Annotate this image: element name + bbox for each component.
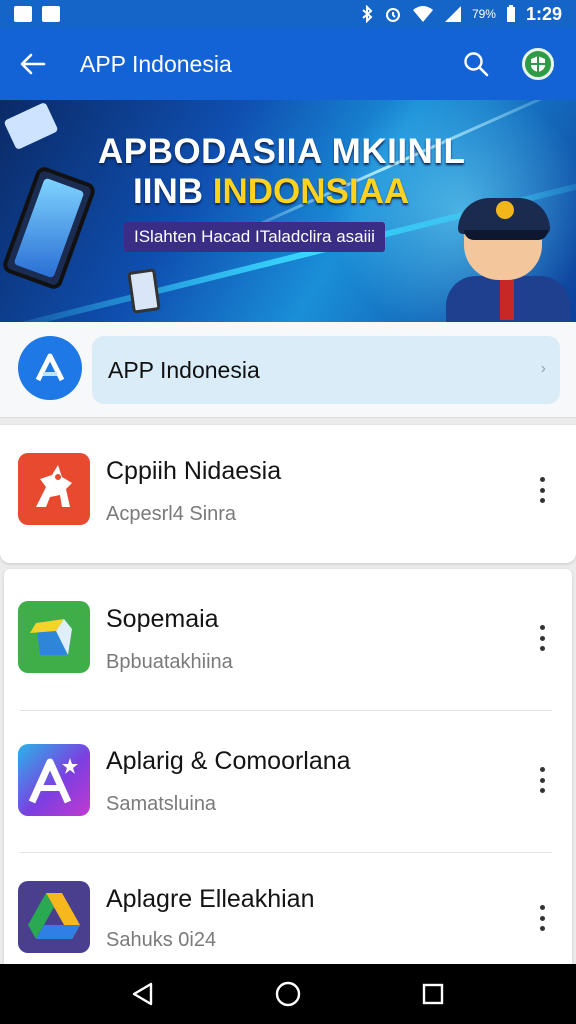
featured-app-label: APP Indonesia: [108, 356, 260, 383]
app-subtitle: Sahuks 0i24: [106, 929, 217, 951]
more-options-button[interactable]: [532, 621, 552, 655]
app-title: Aplarig & Comoorlana: [106, 747, 351, 775]
notification-icon: [14, 6, 32, 22]
banner-headline-second: IINB INDONSIAA: [133, 172, 410, 211]
battery-icon: [506, 5, 515, 22]
account-avatar-icon[interactable]: [522, 48, 554, 80]
chevron-right-icon: ›: [540, 360, 546, 377]
drive-triangle-app-icon: [18, 881, 90, 953]
list-item[interactable]: Aplagre Elleakhian Sahuks 0i24: [4, 853, 572, 969]
arrow-left-icon: [20, 53, 46, 75]
back-button[interactable]: [0, 28, 66, 100]
sim-icon: [42, 6, 60, 22]
more-options-button[interactable]: [532, 473, 552, 507]
featured-app-row: APP Indonesia ›: [0, 322, 576, 418]
banner-subtitle: ISlahten Hacad ITaladclira asaiii: [124, 222, 385, 252]
nav-back-icon[interactable]: [123, 974, 163, 1014]
app-list-card: Sopemaia Bpbuatakhiina Aplarig & Comoorl…: [4, 569, 572, 969]
small-phone-illustration: [127, 268, 161, 314]
purple-star-app-icon: [18, 744, 90, 816]
list-item[interactable]: Aplarig & Comoorlana Samatsluina: [4, 711, 572, 851]
featured-app-button[interactable]: APP Indonesia ›: [92, 336, 560, 404]
app-screen: 79% 1:29 APP Indonesia APBODASIIA MKIINI…: [0, 0, 576, 1024]
app-title: Aplagre Elleakhian: [106, 885, 315, 913]
search-button[interactable]: [460, 48, 492, 80]
more-options-button[interactable]: [532, 763, 552, 797]
app-title: Sopemaia: [106, 605, 219, 633]
promo-banner[interactable]: APBODASIIA MKIINIL IINB INDONSIAA ISlaht…: [0, 100, 576, 322]
nav-recents-icon[interactable]: [413, 974, 453, 1014]
system-nav-bar: [0, 964, 576, 1024]
app-card: Cppiih Nidaesia Acpesrl4 Sinra: [0, 425, 576, 563]
clock: 1:29: [525, 3, 562, 24]
green-cube-app-icon: [18, 601, 90, 673]
nav-home-icon[interactable]: [268, 974, 308, 1014]
more-options-button[interactable]: [532, 901, 552, 935]
search-icon: [464, 52, 489, 77]
app-indonesia-logo-icon: [18, 336, 82, 400]
signal-icon: [444, 6, 461, 22]
app-subtitle: Bpbuatakhiina: [106, 651, 233, 673]
bluetooth-icon: [362, 5, 373, 23]
app-subtitle: Acpesrl4 Sinra: [106, 503, 237, 525]
list-item[interactable]: Sopemaia Bpbuatakhiina: [4, 569, 572, 709]
app-subtitle: Samatsluina: [106, 793, 217, 815]
list-item[interactable]: Cppiih Nidaesia Acpesrl4 Sinra: [0, 425, 576, 565]
banner-headline: APBODASIIA MKIINIL: [98, 132, 466, 171]
battery-percent: 79%: [471, 7, 496, 21]
status-bar: 79% 1:29: [0, 0, 576, 28]
phone-illustration: [0, 164, 98, 292]
red-horse-app-icon: [18, 453, 90, 525]
wifi-icon: [412, 6, 433, 22]
alarm-icon: [385, 8, 400, 22]
app-bar: APP Indonesia: [0, 28, 576, 100]
page-title: APP Indonesia: [80, 50, 232, 77]
app-title: Cppiih Nidaesia: [106, 457, 282, 485]
card-illustration: [3, 101, 59, 151]
